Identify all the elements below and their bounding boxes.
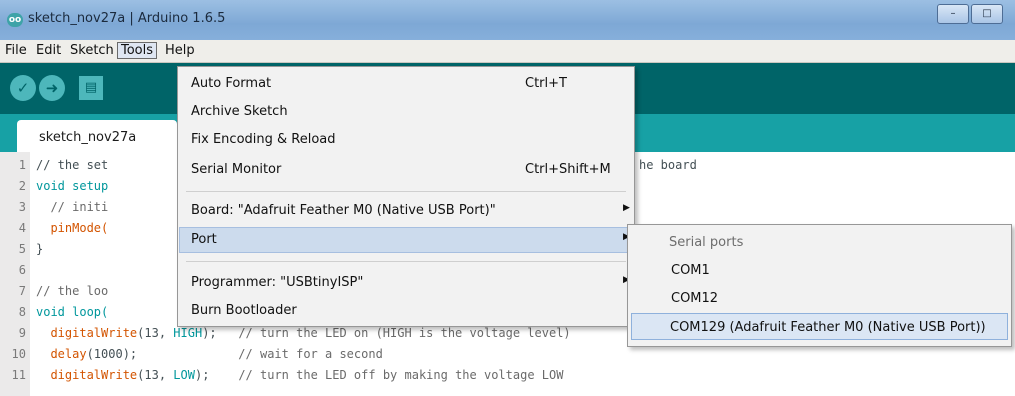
code-line-tail: he board: [639, 158, 697, 172]
menu-item-serial-monitor[interactable]: Serial Monitor Ctrl+Shift+M: [179, 157, 633, 183]
new-icon[interactable]: ▤: [79, 76, 103, 100]
menu-item-burn-bootloader[interactable]: Burn Bootloader: [179, 298, 633, 324]
menu-tools[interactable]: Tools: [117, 42, 158, 59]
code-line: digitalWrite(13, LOW); // turn the LED o…: [50, 368, 564, 382]
menu-item-label: Port: [191, 232, 217, 247]
menu-bar: File Edit Sketch Tools Help: [0, 40, 1015, 63]
menu-item-label: Auto Format: [191, 76, 272, 91]
line-number: 1: [18, 158, 26, 172]
menu-item-label: Programmer: "USBtinyISP": [191, 275, 364, 290]
line-number: 8: [18, 305, 26, 319]
minimize-button[interactable]: –: [937, 4, 969, 24]
code-line: void setup: [36, 179, 109, 193]
port-item-com1[interactable]: COM1: [629, 257, 1010, 284]
menu-sketch[interactable]: Sketch: [68, 43, 116, 58]
maximize-button[interactable]: □: [971, 4, 1003, 24]
tab-label: sketch_nov27a: [39, 130, 137, 145]
line-number: 2: [18, 179, 26, 193]
menu-item-fix-encoding[interactable]: Fix Encoding & Reload: [179, 127, 633, 153]
line-number: 11: [11, 368, 26, 382]
menu-item-label: Burn Bootloader: [191, 303, 297, 318]
arduino-app-icon: oo: [7, 13, 23, 27]
line-number: 7: [18, 284, 26, 298]
menu-item-label: Board: "Adafruit Feather M0 (Native USB …: [191, 203, 496, 218]
menu-help[interactable]: Help: [163, 43, 197, 58]
tools-menu: Auto Format Ctrl+T Archive Sketch Fix En…: [177, 66, 635, 327]
menu-item-shortcut: Ctrl+T: [525, 76, 567, 91]
menu-item-label: Serial Monitor: [191, 162, 282, 177]
line-number: 9: [18, 326, 26, 340]
menu-separator: [186, 191, 626, 192]
code-line: }: [36, 242, 44, 256]
code-line: // initi: [36, 200, 109, 214]
menu-item-programmer[interactable]: Programmer: "USBtinyISP" ▶: [179, 270, 633, 296]
menu-item-board[interactable]: Board: "Adafruit Feather M0 (Native USB …: [179, 198, 633, 224]
line-number-gutter: 1 2 3 4 5 6 7 8 9 10 11: [0, 152, 30, 396]
menu-item-label: Fix Encoding & Reload: [191, 132, 336, 147]
verify-icon[interactable]: ✓: [10, 75, 36, 101]
port-item-label: COM129 (Adafruit Feather M0 (Native USB …: [670, 320, 986, 335]
arduino-ide-window: oo sketch_nov27a | Arduino 1.6.5 – □ Fil…: [0, 0, 1015, 396]
code-line: // the loo: [36, 284, 109, 298]
menu-item-archive-sketch[interactable]: Archive Sketch: [179, 99, 633, 125]
menu-item-shortcut: Ctrl+Shift+M: [525, 162, 611, 177]
port-item-label: COM12: [671, 291, 719, 306]
code-line: digitalWrite(13, HIGH); // turn the LED …: [50, 326, 571, 340]
line-number: 10: [11, 347, 26, 361]
code-line: // the set: [36, 158, 109, 172]
tab-sketch[interactable]: sketch_nov27a: [17, 120, 177, 152]
menu-separator: [186, 261, 626, 262]
menu-edit[interactable]: Edit: [34, 43, 63, 58]
window-controls: – □: [935, 4, 1003, 24]
upload-icon[interactable]: ➜: [39, 75, 65, 101]
code-line: pinMode(: [36, 221, 109, 235]
title-bar[interactable]: oo sketch_nov27a | Arduino 1.6.5 – □: [0, 0, 1015, 40]
menu-item-port[interactable]: Port ▶: [179, 227, 633, 253]
line-number: 4: [18, 221, 26, 235]
port-item-com12[interactable]: COM12: [629, 285, 1010, 312]
port-item-com129[interactable]: COM129 (Adafruit Feather M0 (Native USB …: [631, 313, 1008, 340]
line-number: 3: [18, 200, 26, 214]
submenu-header: Serial ports: [669, 235, 744, 250]
line-number: 6: [18, 263, 26, 277]
menu-file[interactable]: File: [3, 43, 29, 58]
menu-item-auto-format[interactable]: Auto Format Ctrl+T: [179, 71, 633, 97]
window-title: sketch_nov27a | Arduino 1.6.5: [28, 11, 226, 26]
submenu-arrow-icon: ▶: [623, 203, 630, 213]
code-line: void loop(: [36, 305, 109, 319]
port-submenu: Serial ports COM1 COM12 COM129 (Adafruit…: [627, 224, 1012, 347]
port-item-label: COM1: [671, 263, 710, 278]
code-line: delay(1000); // wait for a second: [50, 347, 383, 361]
line-number: 5: [18, 242, 26, 256]
menu-item-label: Archive Sketch: [191, 104, 288, 119]
